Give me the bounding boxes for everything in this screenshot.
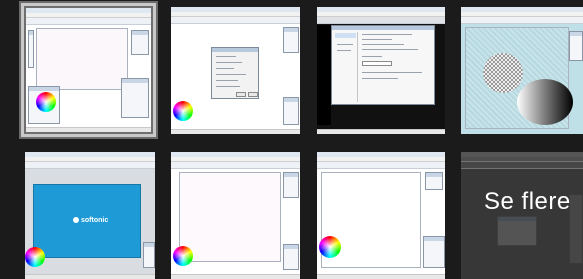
thumbnail-2[interactable] <box>171 7 300 134</box>
status-bar <box>171 274 300 279</box>
status-bar <box>26 127 151 132</box>
history-panel <box>283 172 299 198</box>
toolbar <box>461 17 583 24</box>
color-wheel-icon <box>173 101 193 121</box>
screenshot-gallery: softonic Se flere <box>0 0 583 279</box>
settings-dialog <box>331 25 435 105</box>
watermark-logo: softonic <box>73 217 108 224</box>
status-bar <box>317 129 445 134</box>
status-bar <box>25 274 155 279</box>
resize-dialog <box>211 47 259 99</box>
app-window <box>26 8 151 132</box>
layers-panel <box>283 244 299 270</box>
thumbnail-7[interactable] <box>317 152 445 279</box>
thumbnail-3[interactable] <box>317 7 445 134</box>
toolbar <box>25 162 155 169</box>
toolbar <box>317 162 445 169</box>
color-wheel-icon <box>173 246 193 266</box>
thumbnail-5[interactable]: softonic <box>25 152 155 279</box>
thumbnail-4[interactable] <box>461 7 583 134</box>
canvas <box>179 172 281 262</box>
color-wheel-icon <box>319 236 341 258</box>
status-bar <box>317 274 445 279</box>
toolbar <box>171 162 300 169</box>
toolbar <box>171 17 300 24</box>
tools-panel <box>28 30 34 68</box>
layers-panel <box>423 236 445 268</box>
history-panel <box>131 30 149 55</box>
history-panel <box>283 27 299 53</box>
layers-panel <box>143 242 155 268</box>
see-more-label[interactable]: Se flere <box>484 188 571 216</box>
status-bar <box>171 129 300 134</box>
layers-panel <box>283 97 299 125</box>
canvas <box>36 28 128 90</box>
thumbnail-6[interactable] <box>171 152 300 279</box>
thumbnail-1[interactable] <box>21 3 156 137</box>
color-wheel-icon <box>36 92 56 112</box>
gradient-shape <box>517 79 573 125</box>
history-panel <box>425 172 443 190</box>
toolbar <box>317 17 445 24</box>
softonic-logo-icon <box>73 217 79 223</box>
checker-ellipse <box>483 53 523 93</box>
layers-panel <box>121 78 149 118</box>
layers-panel <box>569 31 583 61</box>
color-wheel-icon <box>25 247 45 267</box>
watermark-text: softonic <box>81 217 109 224</box>
toolbar <box>26 18 151 25</box>
